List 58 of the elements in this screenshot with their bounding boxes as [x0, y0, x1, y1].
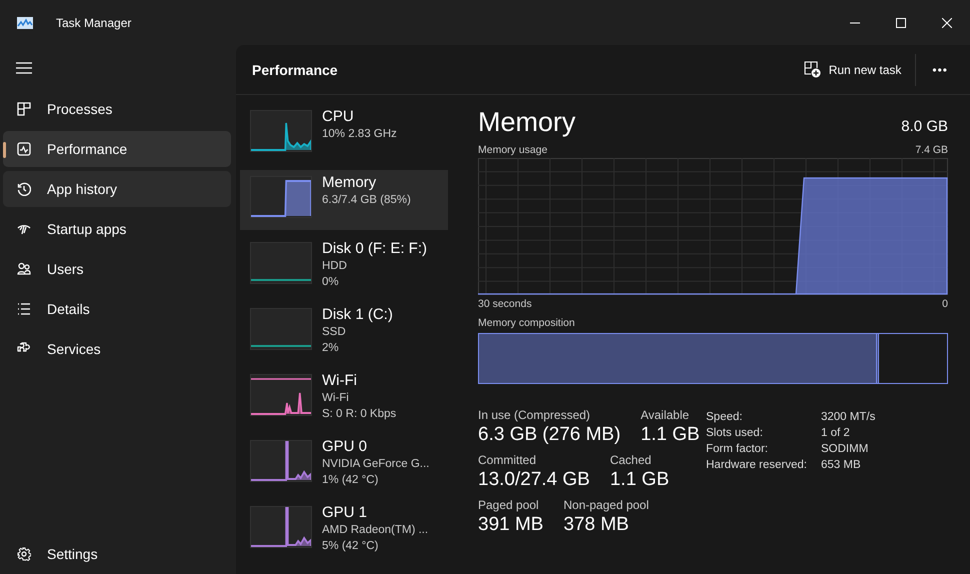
- more-button[interactable]: •••: [926, 58, 954, 80]
- chart-max-label: 7.4 GB: [915, 144, 948, 156]
- close-icon: [942, 18, 952, 28]
- composition-label: Memory composition: [478, 317, 576, 329]
- device-item[interactable]: Memory 6.3/7.4 GB (85%): [240, 170, 448, 230]
- maximize-icon: [896, 18, 906, 28]
- device-item[interactable]: GPU 0 NVIDIA GeForce G... 1% (42 °C): [240, 434, 448, 494]
- stat-value: 1.1 GB: [610, 469, 670, 491]
- device-item[interactable]: CPU 10% 2.83 GHz: [240, 104, 448, 164]
- sidebar-item[interactable]: Details: [3, 291, 231, 327]
- add-task-icon: [804, 61, 821, 78]
- settings-button[interactable]: Settings: [3, 536, 231, 572]
- device-item[interactable]: Disk 1 (C:) SSD 2%: [240, 302, 448, 362]
- stat-label: Committed: [478, 453, 538, 467]
- sidebar-item[interactable]: App history: [3, 171, 231, 207]
- run-new-task-button[interactable]: Run new task: [798, 57, 908, 82]
- memory-total: 8.0 GB: [901, 118, 948, 135]
- stat-value: 378 MB: [563, 514, 630, 536]
- device-item[interactable]: GPU 1 AMD Radeon(TM) ... 5% (42 °C): [240, 500, 448, 560]
- stat-label: Paged pool: [478, 498, 540, 512]
- property-label: Hardware reserved:: [706, 459, 808, 471]
- sidebar-item[interactable]: Users: [3, 251, 231, 287]
- stat-value: 1.1 GB: [640, 424, 700, 446]
- chart-label: Memory usage: [478, 144, 548, 156]
- pulse-icon: [17, 142, 31, 156]
- grid-icon: [17, 102, 31, 116]
- property-label: Form factor:: [706, 443, 769, 455]
- sidebar-item[interactable]: Services: [3, 331, 231, 367]
- sidebar-item[interactable]: Performance: [3, 131, 231, 167]
- window-title: Task Manager: [56, 16, 132, 30]
- stat-label: Available: [640, 408, 690, 422]
- property-label: Speed:: [706, 411, 744, 423]
- sidebar-item[interactable]: Startup apps: [3, 211, 231, 247]
- list-icon: [17, 302, 31, 316]
- property-value: 3200 MT/s: [821, 411, 876, 423]
- users-icon: [17, 262, 31, 276]
- stat-value: 391 MB: [478, 514, 544, 536]
- property-value: 653 MB: [821, 459, 862, 471]
- stat-label: Cached: [610, 453, 652, 467]
- detail-title: Memory: [478, 107, 576, 138]
- history-icon: [17, 182, 31, 196]
- device-item[interactable]: Disk 0 (F: E: F:) HDD 0%: [240, 236, 448, 296]
- device-item[interactable]: Wi-Fi Wi-Fi S: 0 R: 0 Kbps: [240, 368, 448, 428]
- app-icon: [17, 16, 33, 28]
- stat-label: In use (Compressed): [478, 408, 592, 422]
- stat-value: 13.0/27.4 GB: [478, 469, 590, 491]
- menu-icon[interactable]: [16, 62, 32, 74]
- page-title: Performance: [252, 62, 339, 78]
- property-label: Slots used:: [706, 427, 764, 439]
- sidebar-item[interactable]: Processes: [3, 91, 231, 127]
- stat-label: Non-paged pool: [563, 498, 649, 512]
- stat-value: 6.3 GB (276 MB): [478, 424, 621, 446]
- chart-min-label: 0: [942, 298, 948, 310]
- settings-icon: [17, 547, 31, 561]
- property-value: 1 of 2: [821, 427, 851, 439]
- chart-span-label: 30 seconds: [478, 298, 532, 310]
- property-value: SODIMM: [821, 443, 870, 455]
- gauge-icon: [17, 222, 31, 236]
